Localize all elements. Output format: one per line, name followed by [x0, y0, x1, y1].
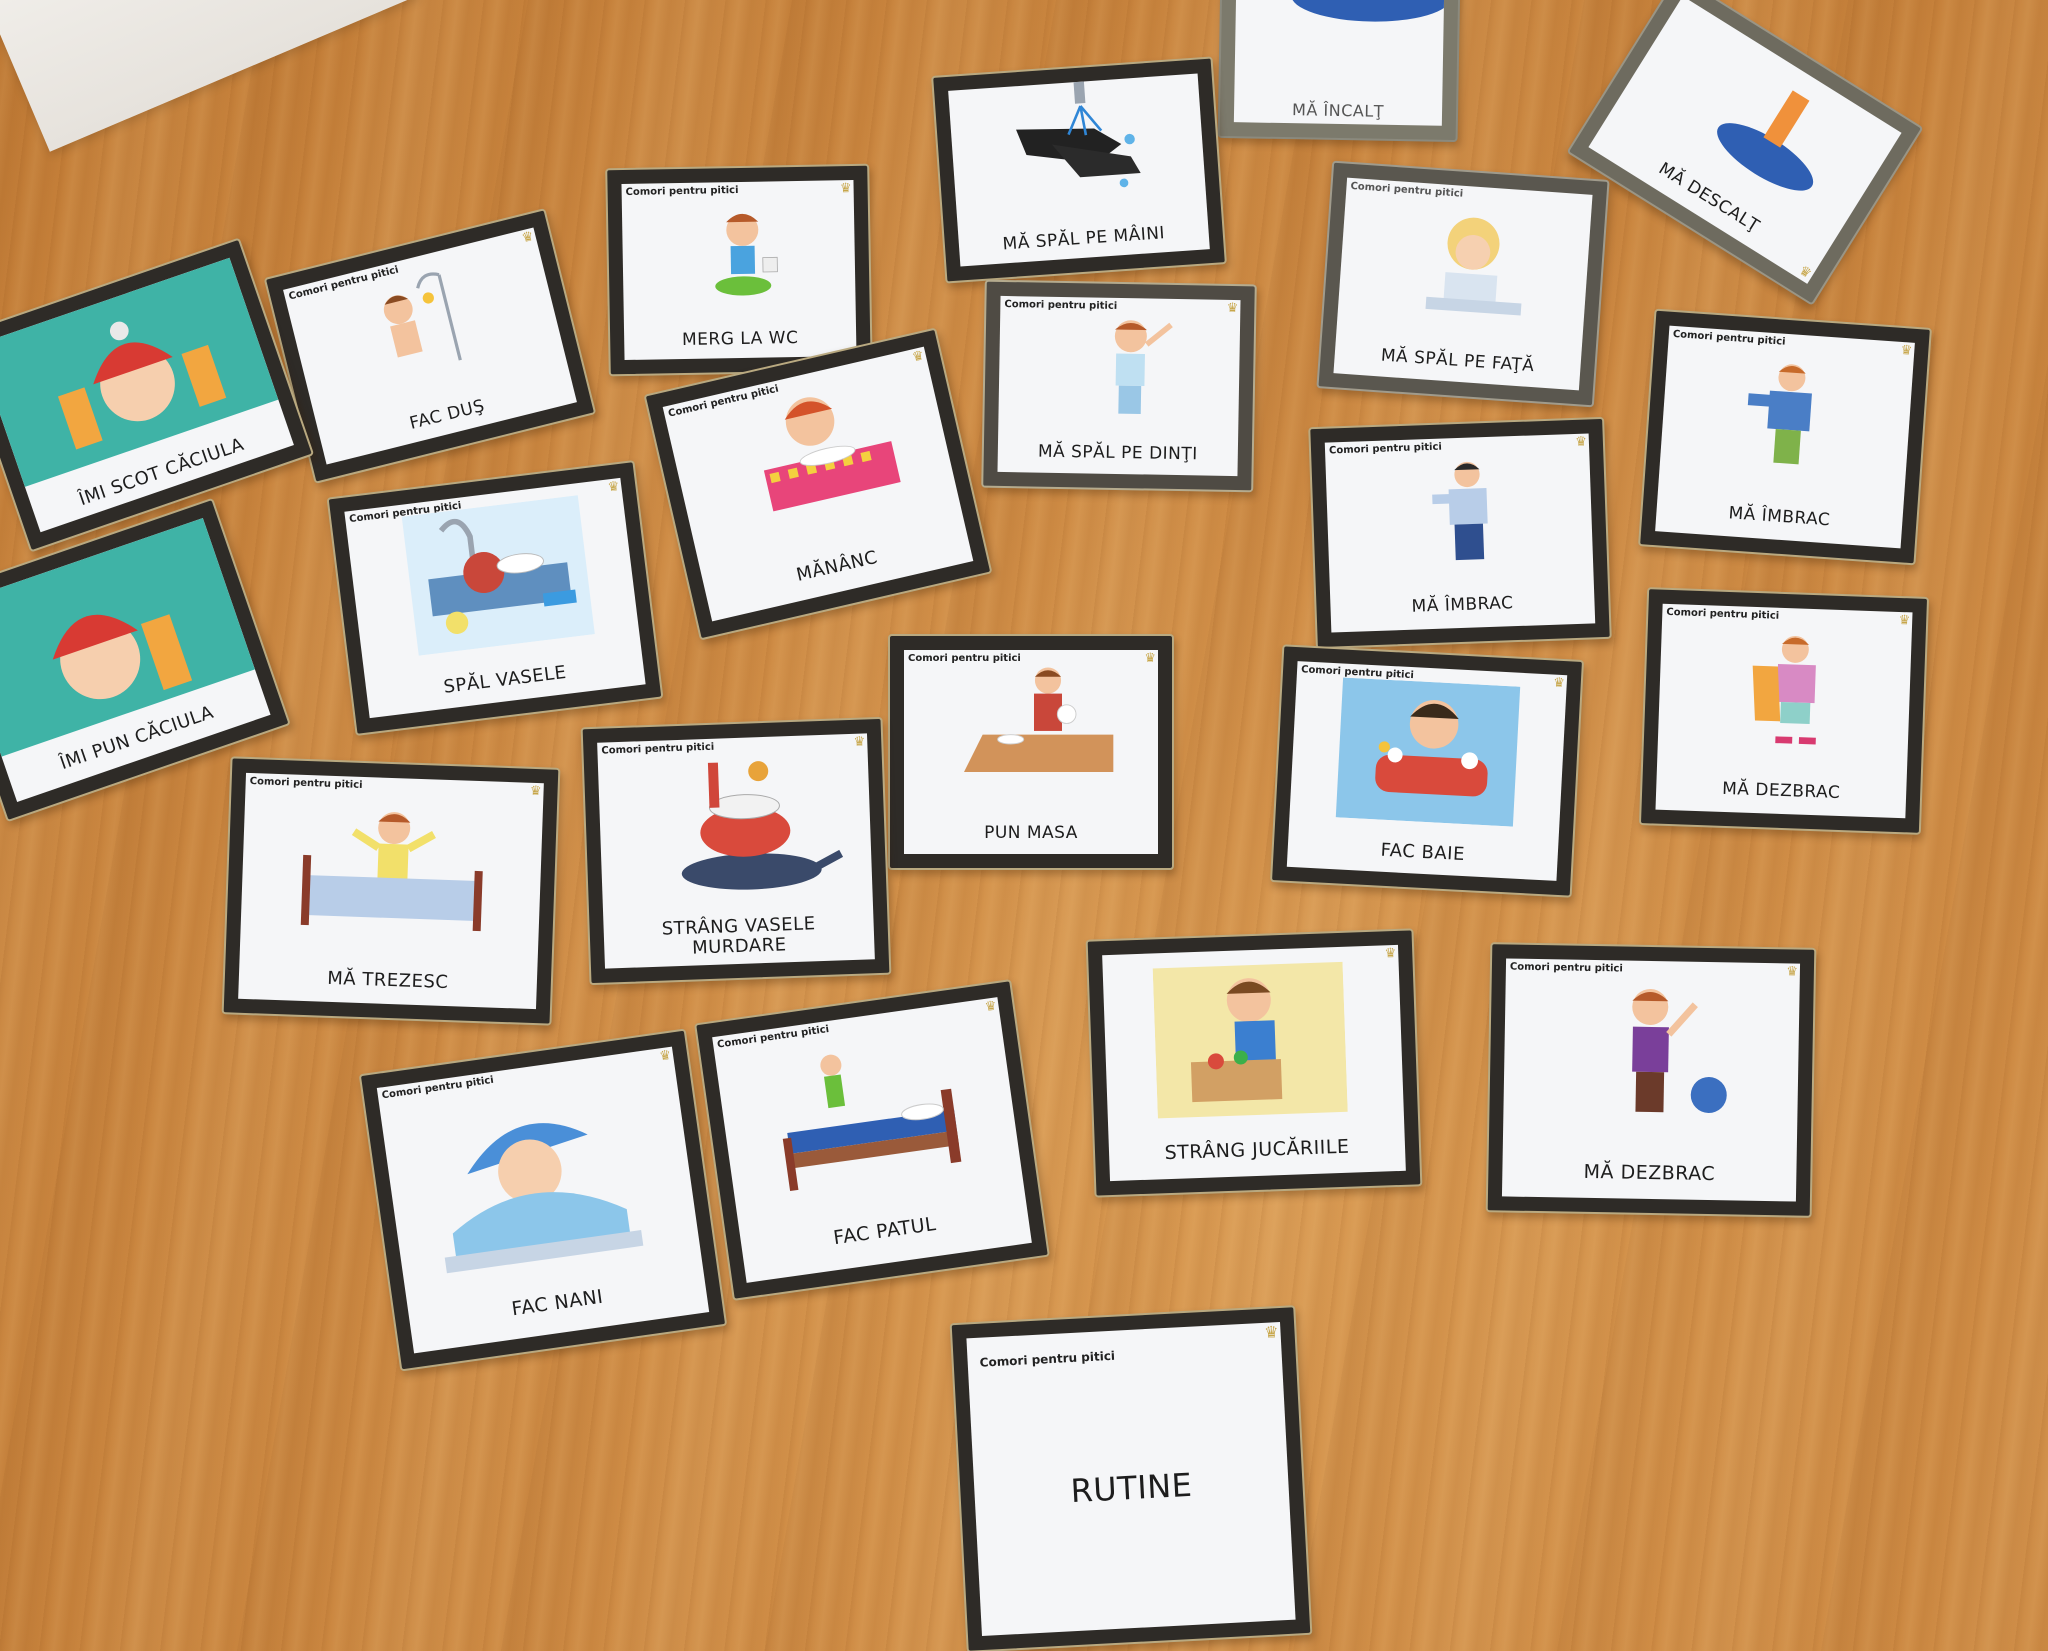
crown-icon: ♛ [983, 998, 998, 1015]
crown-icon: ♛ [1898, 612, 1911, 629]
card-ma-imbrac-middle: Comori pentru pitici ♛ MĂ ÎMBRAC [1308, 416, 1612, 650]
crown-icon: ♛ [658, 1047, 673, 1065]
brand-text: Comori pentru pitici [1672, 328, 1786, 348]
card-fac-nani: Comori pentru pitici ♛ FAC NANI [358, 1028, 728, 1372]
card-pun-masa: Comori pentru pitici ♛ PUN MASA [888, 634, 1174, 870]
card-ma-spal-pe-dinti: Comori pentru pitici ♛ MĂ SPĂL PE DINŢI [981, 279, 1257, 493]
crown-icon: ♛ [1263, 1322, 1279, 1342]
waking-up-icon [300, 812, 483, 932]
card-label: MĂ SPĂL PE MÂINI [1002, 223, 1166, 255]
dirty-dishes-icon [681, 761, 844, 890]
bath-icon [1335, 677, 1521, 827]
crown-icon: ♛ [1144, 651, 1156, 666]
card-ma-dezbrac-right: Comori pentru pitici ♛ MĂ DEZBRAC [1638, 587, 1930, 835]
child-on-potty-icon [715, 213, 778, 296]
card-fac-baie: Comori pentru pitici ♛ FAC BAIE [1269, 644, 1585, 898]
card-ma-trezesc: Comori pentru pitici ♛ MĂ TREZESC [221, 756, 561, 1026]
card-label: MĂ SPĂL PE DINŢI [1037, 442, 1198, 465]
making-bed-icon [782, 1054, 962, 1192]
crown-icon: ♛ [1574, 434, 1588, 450]
wooden-floor: MĂ ÎNCALŢ MĂ DESCALŢ ♛ MĂ SPĂL PE MÂINI [0, 0, 2048, 1651]
brand-text: Comori pentru pitici [625, 184, 739, 198]
white-wall-corner [0, 0, 419, 152]
card-label: MĂ ÎMBRAC [1411, 593, 1514, 618]
card-rutine: Comori pentru pitici ♛ RUTINE [949, 1305, 1313, 1651]
crown-icon: ♛ [839, 181, 852, 197]
child-dressing-icon [1432, 461, 1488, 561]
card-label: MĂ DEZBRAC [1583, 1160, 1716, 1186]
card-label: SPĂL VASELE [442, 662, 568, 699]
brushing-teeth-icon [1114, 320, 1173, 414]
washing-dishes-icon [401, 495, 595, 656]
washing-hands-icon [1016, 81, 1141, 188]
card-label: RUTINE [1069, 1465, 1194, 1511]
card-fac-dus: Comori pentru pitici ♛ FAC DUŞ [263, 208, 597, 484]
crown-icon: ♛ [520, 228, 536, 247]
card-strang-jucariile: ♛ STRÂNG JUCĂRIILE [1085, 928, 1423, 1198]
card-fac-patul: Comori pentru pitici ♛ FAC PATUL [694, 979, 1050, 1301]
card-label: MĂ ÎNCALŢ [1291, 99, 1385, 121]
card-ma-descalt: MĂ DESCALŢ ♛ [1566, 0, 1924, 306]
card-merg-la-wc: Comori pentru pitici ♛ MERG LA WC [605, 163, 873, 377]
card-ma-incalt: MĂ ÎNCALŢ [1217, 0, 1463, 143]
card-label: PUN MASA [984, 823, 1078, 844]
child-undressing-icon [1632, 988, 1727, 1114]
card-label: FAC NANI [510, 1285, 605, 1321]
child-undressing-icon [1752, 635, 1816, 745]
card-ma-spal-pe-maini: MĂ SPĂL PE MÂINI [931, 56, 1227, 284]
card-spal-vasele: Comori pentru pitici ♛ SPĂL VASELE [326, 460, 664, 736]
shoes-icon [1291, 0, 1447, 22]
card-label: MĂ ÎMBRAC [1727, 503, 1831, 531]
crown-icon: ♛ [1786, 964, 1799, 980]
card-label: MERG LA WC [681, 328, 799, 351]
brand-text: Comori pentru pitici [979, 1348, 1116, 1370]
sleeping-child-icon [444, 1123, 644, 1274]
card-label: STRÂNG VASELE MURDARE [661, 912, 816, 959]
brand-text: Comori pentru pitici [1350, 180, 1464, 200]
crown-icon: ♛ [529, 783, 542, 800]
card-strang-vasele-murdare: Comori pentru pitici ♛ STRÂNG VASELE MUR… [580, 716, 892, 986]
card-label: FAC BAIE [1380, 840, 1466, 866]
card-label: MĂ TREZESC [326, 968, 449, 994]
card-ma-spal-pe-fata: Comori pentru pitici MĂ SPĂL PE FAŢĂ [1316, 160, 1610, 408]
child-dressing-icon [1747, 364, 1812, 465]
card-ma-imbrac-right: Comori pentru pitici ♛ MĂ ÎMBRAC [1638, 308, 1932, 566]
crown-icon: ♛ [1384, 945, 1397, 962]
crown-icon: ♛ [910, 348, 926, 366]
card-label: MĂ DEZBRAC [1721, 779, 1841, 804]
crown-icon: ♛ [606, 479, 621, 496]
card-ma-dezbrac-bottom: Comori pentru pitici ♛ MĂ DEZBRAC [1485, 942, 1817, 1218]
card-label: STRÂNG JUCĂRIILE [1164, 1135, 1350, 1165]
brand-text: Comori pentru pitici [1509, 961, 1623, 975]
crown-icon: ♛ [1900, 342, 1913, 359]
card-label: FAC PATUL [832, 1213, 938, 1250]
crown-icon: ♛ [1226, 300, 1239, 317]
setting-table-icon [964, 667, 1114, 772]
washing-face-icon [1425, 217, 1522, 316]
brand-text: Comori pentru pitici [381, 1074, 495, 1102]
tidying-toys-icon [1152, 961, 1348, 1119]
brand-text: Comori pentru pitici [249, 776, 363, 791]
card-label: MĂ SPĂL PE FAŢĂ [1380, 345, 1535, 377]
